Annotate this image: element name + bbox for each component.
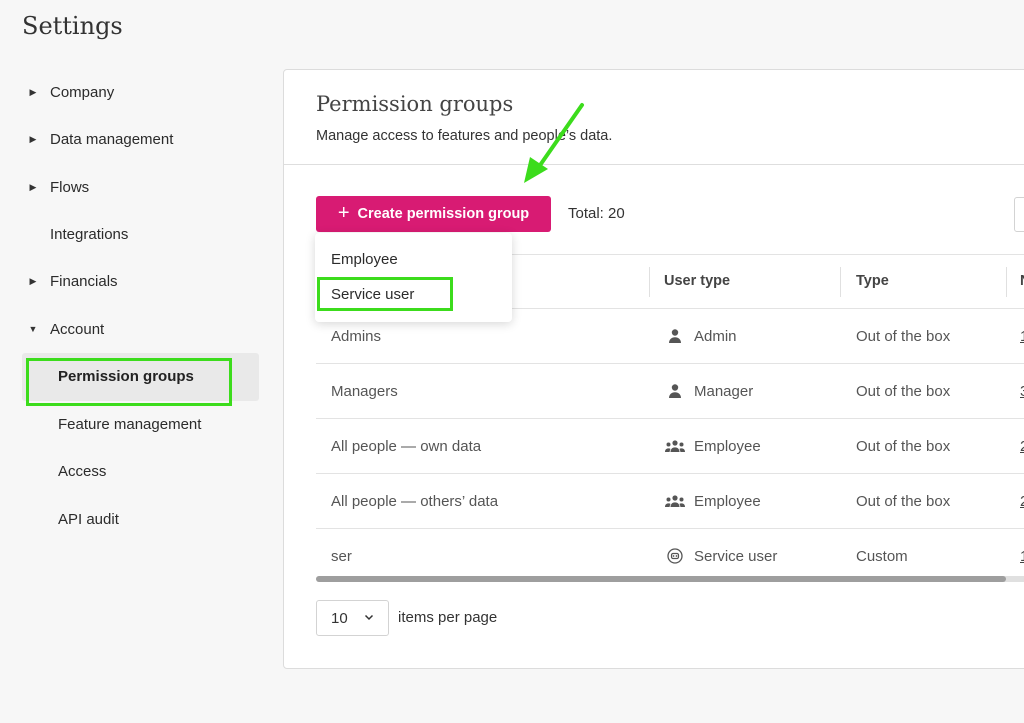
member-count[interactable]: 2	[1020, 493, 1024, 510]
items-per-page-value: 10	[331, 609, 348, 627]
panel-title: Permission groups	[316, 92, 514, 116]
sidebar-item-data-management[interactable]: ▶ Data management	[24, 119, 174, 159]
member-count[interactable]: 2	[1020, 438, 1024, 455]
column-divider	[649, 267, 650, 297]
user-type: Employee	[694, 438, 761, 455]
robot-icon	[667, 548, 683, 564]
column-header-n[interactable]: N	[1020, 273, 1024, 289]
sidebar-item-flows[interactable]: ▶ Flows	[24, 167, 90, 207]
group-type: Custom	[856, 548, 908, 565]
person-icon	[669, 384, 681, 398]
user-type: Admin	[694, 328, 737, 345]
caret-down-icon: ▼	[28, 324, 38, 334]
create-button-label: Create permission group	[357, 206, 530, 222]
caret-right-icon: ▶	[29, 275, 37, 286]
sidebar-item-account[interactable]: ▼ Account	[24, 309, 105, 349]
group-type: Out of the box	[856, 328, 951, 345]
user-type: Employee	[694, 493, 761, 510]
annotation-arrow-icon	[524, 103, 584, 183]
sidebar-subitem-api-audit[interactable]: API audit	[58, 504, 119, 534]
person-icon	[669, 329, 681, 343]
highlight-box	[26, 358, 232, 406]
horizontal-scrollbar-thumb[interactable]	[316, 576, 1006, 582]
sidebar-item-company[interactable]: ▶ Company	[24, 72, 115, 112]
sidebar-item-label: Company	[50, 83, 115, 101]
group-name[interactable]: All people — others’ data	[331, 493, 498, 510]
chevron-down-icon	[364, 614, 374, 621]
people-group-icon	[665, 440, 685, 452]
sidebar-item-label: Integrations	[50, 225, 129, 243]
member-count[interactable]: 3	[1020, 383, 1024, 400]
create-permission-group-button[interactable]: + Create permission group	[316, 196, 551, 232]
user-type: Manager	[694, 383, 754, 400]
total-count: Total: 20	[568, 205, 625, 222]
column-divider	[1006, 267, 1007, 297]
items-per-page-label: items per page	[398, 609, 498, 626]
caret-right-icon: ▶	[29, 86, 37, 97]
group-type: Out of the box	[856, 383, 951, 400]
table-row[interactable]: Managers Manager Out of the box 3	[316, 364, 1024, 419]
column-header-user-type[interactable]: User type	[664, 273, 730, 289]
group-name[interactable]: Managers	[331, 383, 398, 400]
sidebar-item-label: Financials	[50, 272, 118, 290]
group-name[interactable]: All people — own data	[331, 438, 481, 455]
group-name[interactable]: ser	[331, 548, 352, 565]
sidebar-subitem-feature-management[interactable]: Feature management	[58, 409, 201, 439]
member-count[interactable]: 1	[1020, 328, 1024, 345]
sidebar-item-label: Data management	[50, 130, 174, 148]
people-group-icon	[665, 495, 685, 507]
sidebar-item-integrations[interactable]: ▶ Integrations	[24, 214, 128, 254]
sidebar-subitem-access[interactable]: Access	[58, 456, 106, 486]
column-divider	[840, 267, 841, 297]
column-header-type[interactable]: Type	[856, 273, 889, 289]
permission-groups-panel: Permission groups Manage access to featu…	[283, 69, 1024, 669]
plus-icon: +	[337, 202, 350, 224]
highlight-box	[317, 277, 453, 311]
items-per-page-select[interactable]: 10	[316, 600, 389, 636]
sidebar-item-label: Flows	[50, 178, 90, 196]
table-row[interactable]: All people — others’ data Employee Out o…	[316, 474, 1024, 529]
sidebar-item-label: Account	[50, 320, 105, 338]
dropdown-option-employee[interactable]: Employee	[331, 251, 398, 268]
group-name[interactable]: Admins	[331, 328, 381, 345]
toolbar-control[interactable]	[1014, 197, 1024, 232]
caret-right-icon: ▶	[29, 133, 37, 144]
caret-right-icon: ▶	[29, 181, 37, 192]
sidebar-item-financials[interactable]: ▶ Financials	[24, 261, 118, 301]
user-type: Service user	[694, 548, 778, 565]
member-count[interactable]: 1	[1020, 548, 1024, 565]
group-type: Out of the box	[856, 438, 951, 455]
table-row[interactable]: All people — own data Employee Out of th…	[316, 419, 1024, 474]
page-title: Settings	[22, 12, 123, 40]
group-type: Out of the box	[856, 493, 951, 510]
panel-header: Permission groups Manage access to featu…	[284, 70, 1024, 165]
